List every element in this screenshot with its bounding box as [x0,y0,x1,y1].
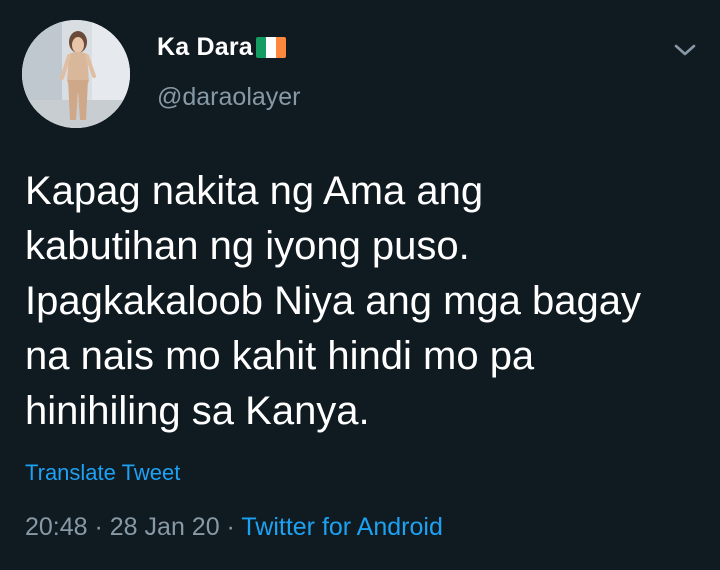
tweet-metadata: 20:48 · 28 Jan 20 · Twitter for Android [25,513,443,542]
tweet-text-line: Ipagkakaloob Niya ang mga bagay [25,279,641,323]
translate-tweet-link[interactable]: Translate Tweet [25,460,180,486]
tweet-text: Kapag nakita ng Ama ang kabutihan ng iyo… [25,164,705,439]
author-name-row[interactable]: Ka Dara [157,33,286,62]
tweet-text-line: hinihiling sa Kanya. [25,389,370,433]
ireland-flag-icon [255,37,286,58]
flag-stripe-green [255,37,266,58]
display-name[interactable]: Ka Dara [157,33,253,62]
tweet-text-line: Kapag nakita ng Ama ang [25,169,484,213]
avatar[interactable] [22,20,130,128]
meta-separator: · [87,513,110,541]
flag-stripe-orange [275,37,286,58]
flag-stripe-white [265,37,276,58]
avatar-photo [22,20,130,128]
tweet-text-line: kabutihan ng iyong puso. [25,224,470,268]
chevron-down-icon[interactable] [672,40,698,60]
user-handle[interactable]: @daraolayer [157,83,301,112]
meta-separator: · [219,513,242,541]
tweet-time[interactable]: 20:48 [25,513,88,541]
tweet-text-line: na nais mo kahit hindi mo pa [25,334,535,378]
tweet-date[interactable]: 28 Jan 20 [110,513,220,541]
tweet-source-link[interactable]: Twitter for Android [241,513,442,541]
tweet-card: Ka Dara @daraolayer Kapag nakita ng Ama … [0,0,720,570]
